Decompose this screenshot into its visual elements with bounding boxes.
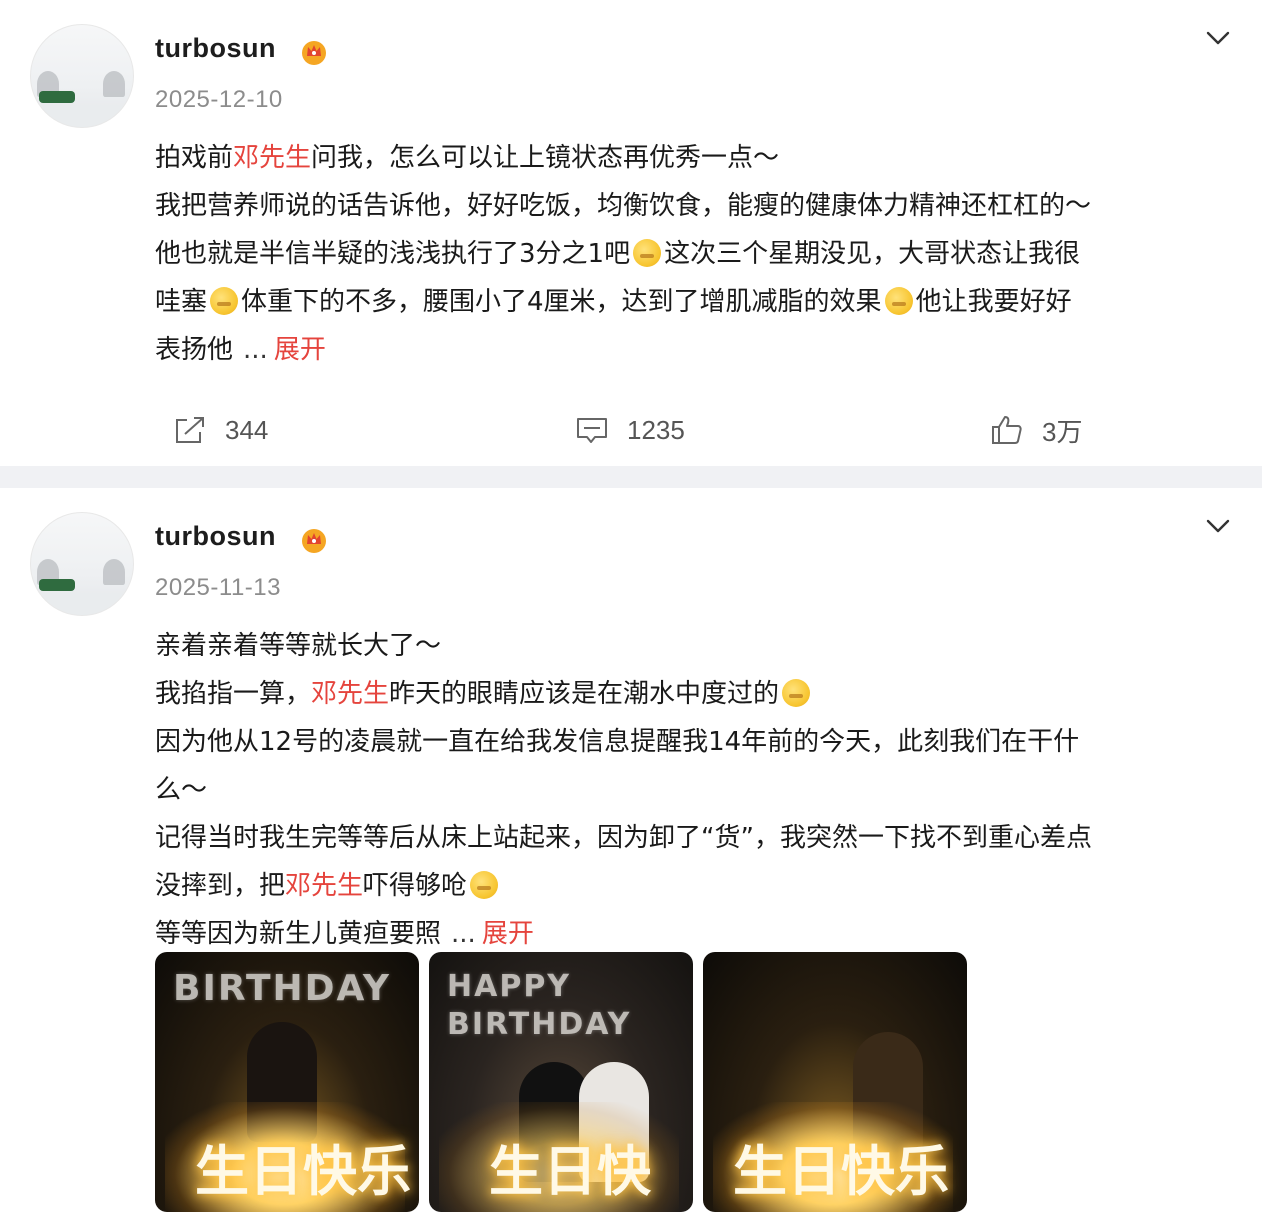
text-segment: 问我，怎么可以让上镜状态再优秀一点～ bbox=[311, 143, 780, 173]
avatar-car bbox=[39, 579, 75, 591]
expand-link[interactable]: 展开 bbox=[482, 919, 534, 949]
username[interactable]: turbosun bbox=[155, 521, 276, 552]
balloon-letters: HAPPY BIRTHDAY bbox=[447, 969, 632, 1042]
text-line: 我掐指一算，邓先生昨天的眼睛应该是在潮水中度过的 bbox=[155, 670, 1240, 718]
text-segment: 他让我要好好 bbox=[915, 287, 1072, 317]
avatar-tree bbox=[103, 71, 125, 97]
ellipsis: ... bbox=[451, 919, 476, 949]
candle-text: 生日快乐 bbox=[733, 1140, 949, 1203]
like-button[interactable]: 3万 bbox=[990, 410, 1082, 450]
text-segment: 拍戏前 bbox=[155, 143, 234, 173]
post-text: 亲着亲着等等就长大了～ 我掐指一算，邓先生昨天的眼睛应该是在潮水中度过的 因为他从1… bbox=[155, 622, 1240, 958]
candle-text: 生日快 bbox=[489, 1140, 651, 1203]
smirk-emoji-icon bbox=[470, 871, 499, 899]
text-segment: 么～ bbox=[155, 775, 208, 805]
weibo-post: turbosun 2025-11-13 亲着亲着等等就长大了～ 我掐指一算，邓先生… bbox=[0, 488, 1262, 1212]
text-line: 亲着亲着等等就长大了～ bbox=[155, 622, 1240, 670]
text-segment: 他也就是半信半疑的浅浅执行了3分之1吧 bbox=[155, 239, 631, 269]
text-segment: 我掐指一算， bbox=[155, 679, 312, 709]
smirk-emoji-icon bbox=[782, 679, 811, 707]
text-segment: 因为他从12号的凌晨就一直在给我发信息提醒我14年前的今天，此刻我们在干什 bbox=[155, 727, 1080, 757]
text-segment: 吓得够呛 bbox=[363, 871, 468, 901]
photo-thumbnail[interactable]: BIRTHDAY 生日快乐 bbox=[155, 952, 419, 1212]
comment-count: 1235 bbox=[627, 414, 685, 445]
text-segment: 哇塞 bbox=[155, 287, 208, 317]
smirk-emoji-icon bbox=[210, 287, 239, 315]
avatar-ground bbox=[31, 105, 133, 127]
grin-emoji-icon bbox=[633, 239, 662, 267]
crown-badge-icon bbox=[302, 529, 326, 553]
mention-highlight[interactable]: 邓先生 bbox=[233, 143, 311, 173]
text-segment: 我把营养师说的话告诉他，好好吃饭，均衡饮食，能瘦的健康体力精神还杠杠的～ bbox=[155, 191, 1092, 221]
weibo-post: turbosun 2025-12-10 拍戏前邓先生问我，怎么可以让上镜状态再优… bbox=[0, 0, 1262, 466]
text-line: 记得当时我生完等等后从床上站起来，因为卸了“货”，我突然一下找不到重心差点 bbox=[155, 814, 1240, 862]
post-date: 2025-11-13 bbox=[155, 574, 281, 601]
text-segment: 这次三个星期没见，大哥状态让我很 bbox=[664, 239, 1081, 269]
comment-icon bbox=[577, 418, 607, 443]
post-text: 拍戏前邓先生问我，怎么可以让上镜状态再优秀一点～ 我把营养师说的话告诉他，好好吃饭… bbox=[155, 134, 1240, 374]
text-line: 哇塞 体重下的不多，腰围小了4厘米，达到了增肌减脂的效果 他让我要好好 bbox=[155, 278, 1240, 326]
mention-highlight[interactable]: 邓先生 bbox=[311, 679, 389, 709]
text-segment: 等等因为新生儿黄疸要照 bbox=[155, 919, 442, 949]
text-segment: 没摔到，把 bbox=[155, 871, 286, 901]
username[interactable]: turbosun bbox=[155, 33, 276, 64]
text-line: 我把营养师说的话告诉他，好好吃饭，均衡饮食，能瘦的健康体力精神还杠杠的～ bbox=[155, 182, 1240, 230]
avatar-tree bbox=[103, 559, 125, 585]
avatar[interactable] bbox=[30, 24, 134, 128]
text-line: 表扬他... 展开 bbox=[155, 326, 1240, 374]
share-count: 344 bbox=[225, 414, 269, 445]
ellipsis: ... bbox=[243, 335, 268, 365]
text-line: 他也就是半信半疑的浅浅执行了3分之1吧 这次三个星期没见，大哥状态让我很 bbox=[155, 230, 1240, 278]
thumbs-up-icon bbox=[992, 416, 1022, 444]
avatar-car bbox=[39, 91, 75, 103]
text-line: 等等因为新生儿黄疸要照... 展开 bbox=[155, 910, 1240, 958]
photo-thumbnail[interactable]: 生日快乐 bbox=[703, 952, 967, 1212]
text-line: 拍戏前邓先生问我，怎么可以让上镜状态再优秀一点～ bbox=[155, 134, 1240, 182]
comment-button[interactable]: 1235 bbox=[575, 410, 685, 450]
mention-highlight[interactable]: 邓先生 bbox=[285, 871, 363, 901]
text-line: 因为他从12号的凌晨就一直在给我发信息提醒我14年前的今天，此刻我们在干什 bbox=[155, 718, 1240, 766]
share-button[interactable]: 344 bbox=[173, 410, 268, 450]
text-segment: 昨天的眼睛应该是在潮水中度过的 bbox=[389, 679, 780, 709]
photo-thumbnail[interactable]: HAPPY BIRTHDAY 生日快 bbox=[429, 952, 693, 1212]
post-date: 2025-12-10 bbox=[155, 86, 283, 113]
like-count: 3万 bbox=[1042, 416, 1083, 447]
text-segment: 亲着亲着等等就长大了～ bbox=[155, 631, 442, 661]
text-segment: 记得当时我生完等等后从床上站起来，因为卸了“货”，我突然一下找不到重心差点 bbox=[155, 823, 1092, 853]
avatar-ground bbox=[31, 593, 133, 615]
text-segment: 体重下的不多，腰围小了4厘米，达到了增肌减脂的效果 bbox=[241, 287, 882, 317]
chevron-down-icon[interactable] bbox=[1204, 516, 1232, 536]
smirk-emoji-icon bbox=[884, 287, 913, 315]
avatar[interactable] bbox=[30, 512, 134, 616]
text-line: 么～ bbox=[155, 766, 1240, 814]
expand-link[interactable]: 展开 bbox=[274, 335, 326, 365]
text-line: 没摔到，把邓先生吓得够呛 bbox=[155, 862, 1240, 910]
crown-badge-icon bbox=[302, 41, 326, 65]
chevron-down-icon[interactable] bbox=[1204, 28, 1232, 48]
share-icon bbox=[176, 417, 204, 443]
post-divider bbox=[0, 466, 1262, 488]
candle-text: 生日快乐 bbox=[195, 1140, 411, 1203]
post-actions: 344 1235 3万 bbox=[0, 410, 1262, 450]
balloon-letters: BIRTHDAY bbox=[173, 968, 391, 1009]
text-segment: 表扬他 bbox=[155, 335, 234, 365]
